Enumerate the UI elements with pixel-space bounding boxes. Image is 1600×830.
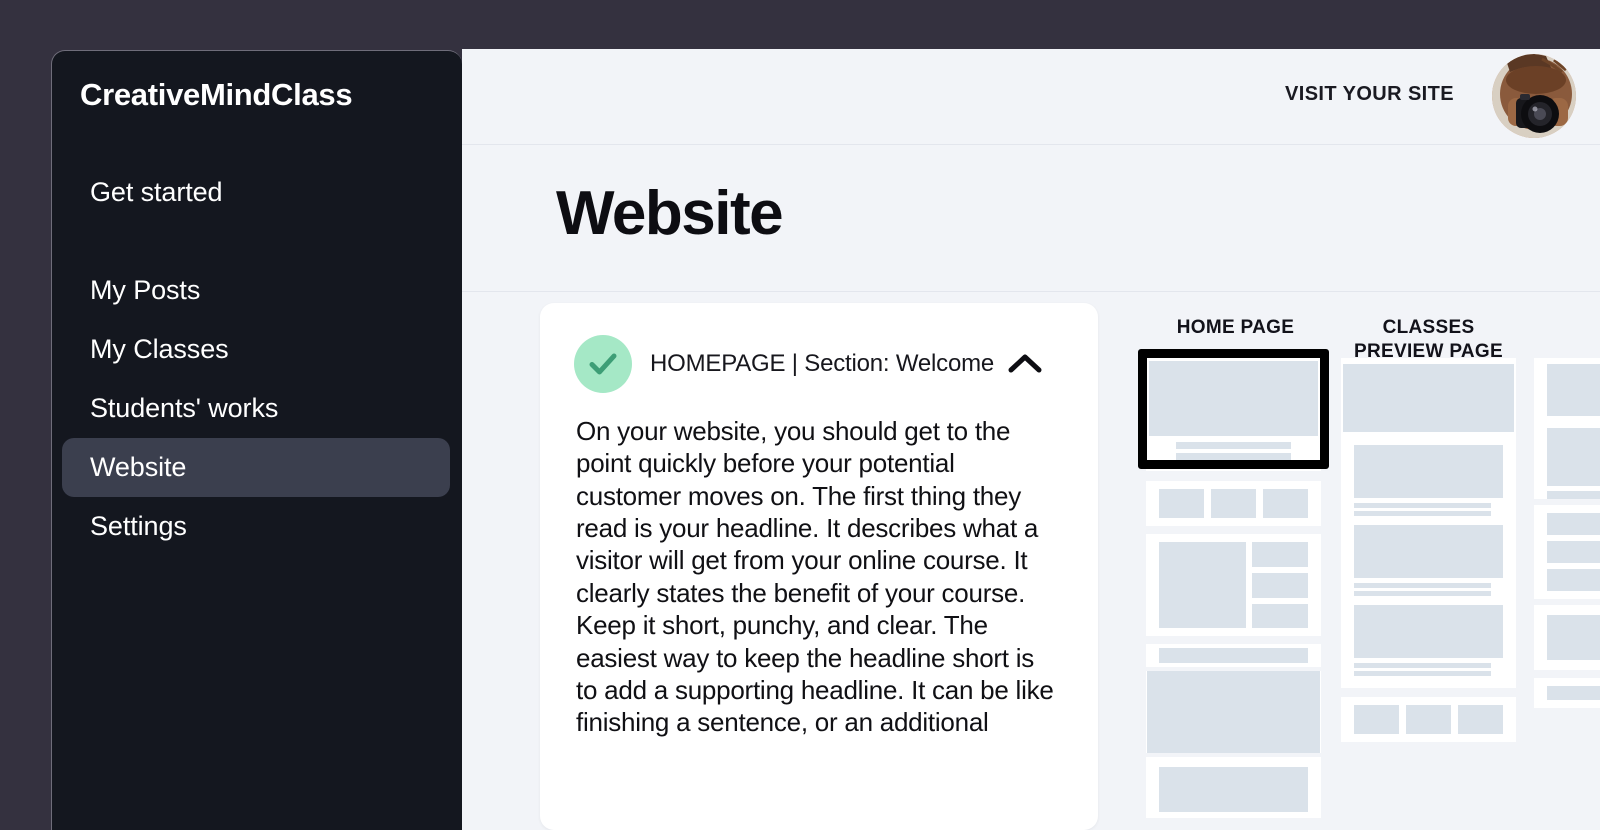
thumbnail-preview[interactable]	[1341, 358, 1516, 742]
sidebar-item-my-classes[interactable]: My Classes	[62, 320, 450, 379]
page-thumbnail-strip: HOME PAGE CLASSES PREVIEW PAGE	[1134, 292, 1600, 830]
sidebar-item-settings[interactable]: Settings	[62, 497, 450, 556]
sidebar-item-website[interactable]: Website	[62, 438, 450, 497]
thumbnail-classes-preview-page[interactable]: CLASSES PREVIEW PAGE	[1337, 292, 1520, 742]
check-mark-icon	[589, 353, 617, 375]
thumbnail-home-page[interactable]: HOME PAGE	[1138, 292, 1329, 818]
section-card-header[interactable]: HOMEPAGE | Section: Welcome	[540, 303, 1098, 393]
app-window: CreativeMindClass Get started My Posts M…	[0, 0, 1600, 830]
sidebar: CreativeMindClass Get started My Posts M…	[51, 50, 462, 830]
page-titlebar: Website	[462, 145, 1600, 292]
thumbnail-label: HOME PAGE	[1176, 317, 1295, 338]
avatar[interactable]	[1492, 54, 1576, 138]
section-card-body: On your website, you should get to the p…	[576, 416, 1054, 738]
top-header: VISIT YOUR SITE	[462, 49, 1600, 145]
section-card: HOMEPAGE | Section: Welcome On your webs…	[540, 303, 1098, 830]
sidebar-item-my-posts[interactable]: My Posts	[62, 261, 450, 320]
thumbnail-preview[interactable]	[1138, 349, 1329, 818]
user-avatar-photo-icon	[1492, 54, 1576, 138]
thumbnail-preview[interactable]	[1534, 358, 1600, 708]
page-title: Website	[556, 179, 784, 248]
brand-logo: CreativeMindClass	[80, 77, 353, 112]
thumbnail-label: CLASSES PREVIEW PAGE	[1354, 317, 1503, 362]
main-content: VISIT YOUR SITE Website HOMEPAGE | Secti…	[462, 49, 1600, 830]
visit-your-site-link[interactable]: VISIT YOUR SITE	[1285, 83, 1454, 106]
sidebar-nav: Get started My Posts My Classes Students…	[52, 163, 462, 556]
sidebar-item-get-started[interactable]: Get started	[62, 163, 450, 222]
window-chrome-bar	[0, 0, 1600, 49]
content-area: HOMEPAGE | Section: Welcome On your webs…	[462, 292, 1600, 830]
chevron-up-icon[interactable]	[1008, 353, 1042, 375]
sidebar-item-students-works[interactable]: Students' works	[62, 379, 450, 438]
check-circle-icon	[574, 335, 632, 393]
thumbnail-label: C	[1530, 292, 1600, 358]
thumbnail-third-page[interactable]: C	[1530, 292, 1600, 708]
chevron-up-glyph	[1008, 354, 1042, 373]
section-card-title: HOMEPAGE | Section: Welcome	[650, 350, 995, 377]
